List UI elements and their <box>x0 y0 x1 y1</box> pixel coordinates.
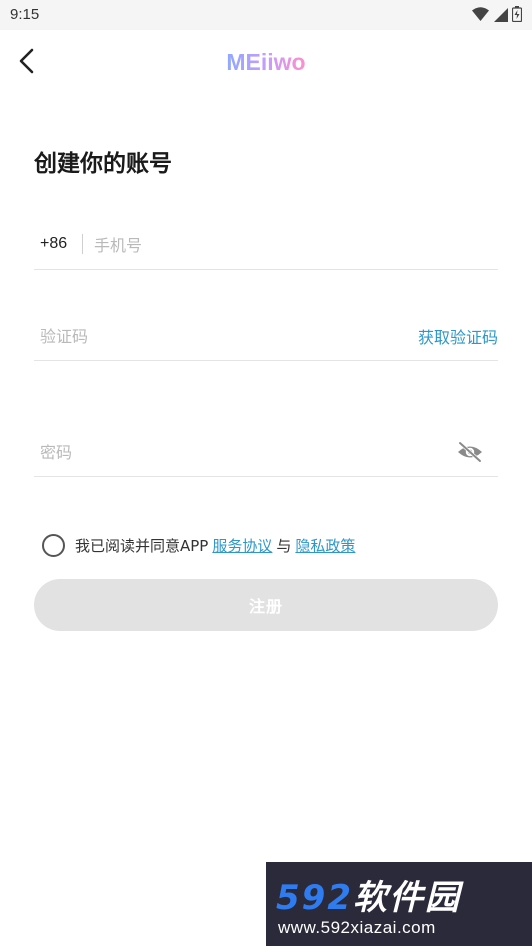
watermark-brand-text: 软件园 <box>352 878 461 918</box>
status-time: 9:15 <box>10 6 40 23</box>
watermark-brand: 592软件园 <box>276 870 461 919</box>
country-code[interactable]: +86 <box>40 235 67 253</box>
phone-input[interactable] <box>94 232 484 258</box>
watermark: 592软件园 www.592xiazai.com <box>266 862 532 946</box>
get-code-button[interactable]: 获取验证码 <box>418 324 498 348</box>
signal-icon <box>494 7 508 22</box>
prefix-divider <box>82 234 83 254</box>
eye-off-icon <box>458 441 482 463</box>
code-input[interactable] <box>40 323 400 349</box>
watermark-numbers: 592 <box>276 878 353 918</box>
page-title: 创建你的账号 <box>34 151 172 177</box>
wifi-icon <box>472 6 489 21</box>
register-button[interactable]: 注册 <box>34 579 498 631</box>
toggle-password-button[interactable] <box>456 440 484 464</box>
code-field: 获取验证码 <box>34 312 498 361</box>
agreement-row: 我已阅读并同意APP 服务协议 与 隐私政策 <box>42 533 359 557</box>
status-bar: 9:15 <box>0 0 532 30</box>
watermark-url: www.592xiazai.com <box>278 918 436 937</box>
agreement-text: 我已阅读并同意APP <box>75 536 209 555</box>
agree-checkbox[interactable] <box>42 533 65 557</box>
phone-field: +86 <box>34 222 498 270</box>
logo-text: MEiiwo <box>226 49 306 75</box>
privacy-policy-link[interactable]: 隐私政策 <box>295 535 355 556</box>
agreement-and: 与 <box>276 536 292 555</box>
password-input[interactable] <box>40 439 440 465</box>
service-agreement-link[interactable]: 服务协议 <box>212 535 272 556</box>
status-icons <box>472 6 522 22</box>
battery-icon <box>512 6 522 22</box>
app-logo: MEiiwo <box>0 49 532 76</box>
password-field <box>34 428 498 477</box>
